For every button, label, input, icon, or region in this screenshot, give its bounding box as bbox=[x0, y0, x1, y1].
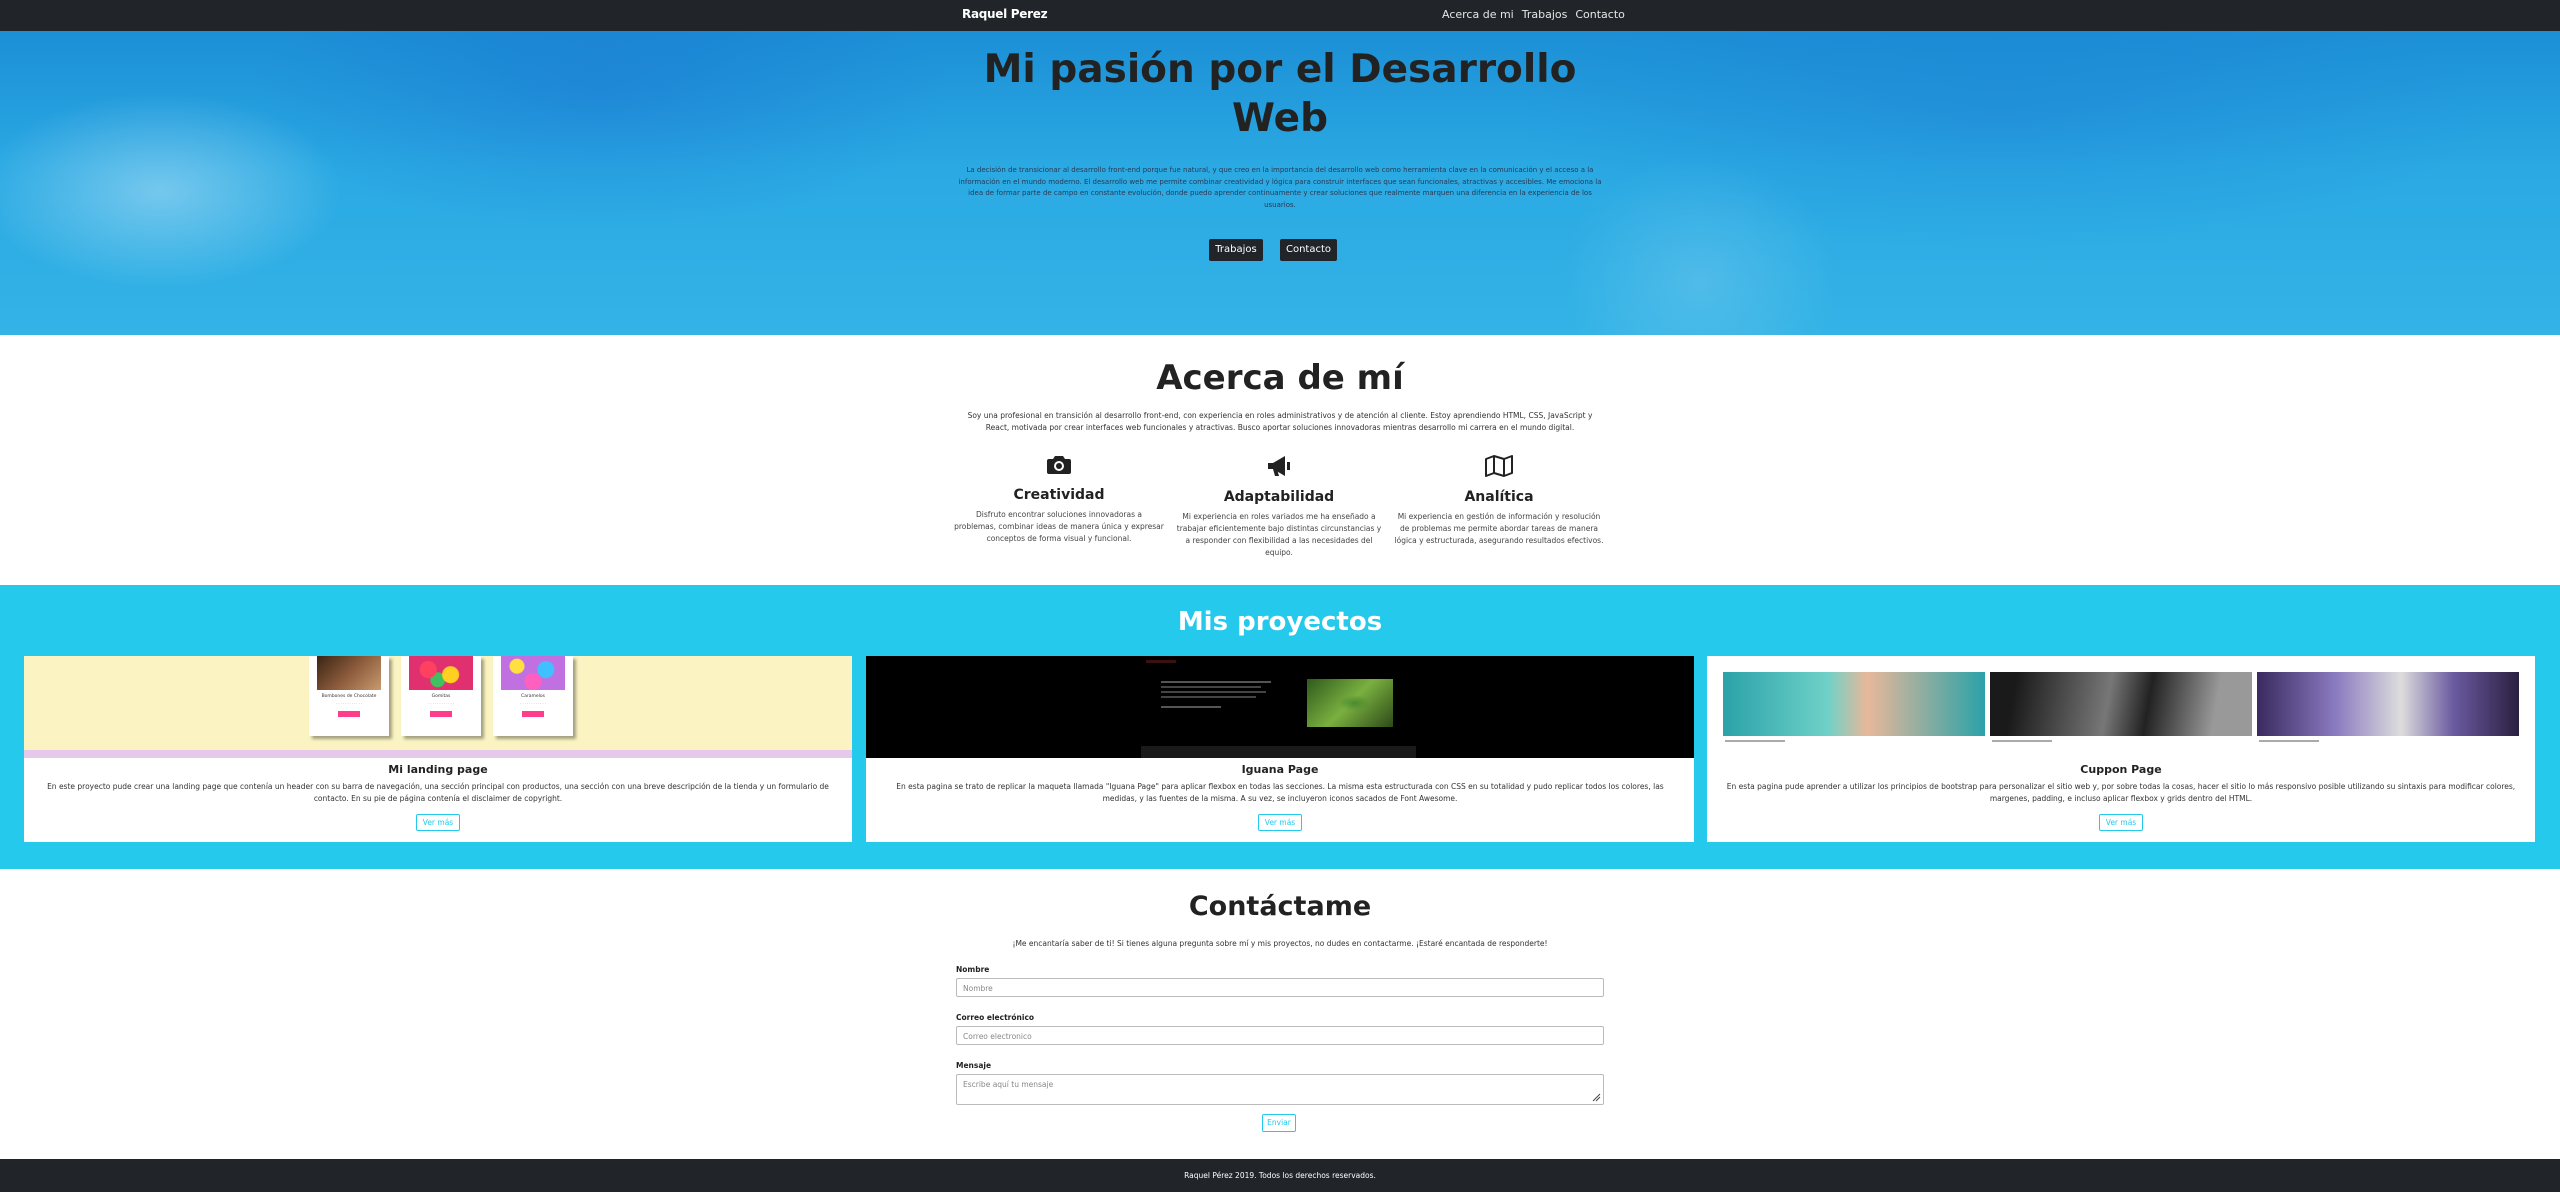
name-field[interactable]: Nombre bbox=[956, 978, 1604, 997]
card-title: Mi landing page bbox=[388, 763, 488, 776]
camera-icon bbox=[1047, 456, 1071, 474]
card-title: Iguana Page bbox=[1241, 763, 1319, 776]
nav-link-acerca[interactable]: Acerca de mi bbox=[1442, 8, 1514, 21]
footer-text: Raquel Pérez 2019. Todos los derechos re… bbox=[1184, 1171, 1376, 1180]
preview-caption: Caramelos bbox=[520, 694, 545, 699]
nav-link-trabajos[interactable]: Trabajos bbox=[1522, 8, 1568, 21]
card-title: Cuppon Page bbox=[2080, 763, 2162, 776]
card-text: En este proyecto pude crear una landing … bbox=[47, 782, 829, 803]
feature-analitica: Analítica Mi experiencia en gestión de i… bbox=[1394, 455, 1604, 547]
nav-links: Acerca de mi Trabajos Contacto bbox=[1442, 8, 1625, 21]
contact-text: ¡Me encantaría saber de ti! Si tienes al… bbox=[1012, 939, 1548, 948]
submit-button[interactable]: Enviar bbox=[1262, 1114, 1296, 1132]
message-label: Mensaje bbox=[956, 1061, 992, 1070]
about-text: Soy una profesional en transición al des… bbox=[967, 411, 1593, 432]
project-card-landing: Bombones de Chocolate · · · · · · · · · … bbox=[24, 656, 852, 842]
about-section: Acerca de mí Soy una profesional en tran… bbox=[0, 335, 2560, 585]
project-image-iguana bbox=[866, 656, 1694, 758]
email-label: Correo electrónico bbox=[956, 1013, 1035, 1022]
preview-photo-swimming bbox=[1723, 672, 1985, 736]
brand-logo[interactable]: Raquel Perez bbox=[962, 7, 1048, 21]
feature-title: Analítica bbox=[1464, 489, 1534, 505]
resize-handle-icon[interactable] bbox=[1591, 1092, 1601, 1102]
map-icon bbox=[1485, 455, 1513, 477]
preview-caption: Gomitas bbox=[431, 694, 451, 699]
preview-product-card: Gomitas · · · · · · · · · · · · bbox=[401, 656, 481, 736]
ver-mas-button[interactable]: Ver más bbox=[1258, 814, 1302, 831]
feature-text: Mi experiencia en gestión de información… bbox=[1394, 512, 1604, 545]
preview-product-card: Bombones de Chocolate · · · · · · · · · … bbox=[309, 656, 389, 736]
preview-buy-button bbox=[338, 711, 360, 717]
about-title: Acerca de mí bbox=[1156, 358, 1404, 398]
email-field[interactable]: Correo electronico bbox=[956, 1026, 1604, 1045]
projects-title: Mis proyectos bbox=[1177, 607, 1383, 637]
preview-photo-workout bbox=[1990, 672, 2252, 736]
ver-mas-button[interactable]: Ver más bbox=[2099, 814, 2143, 831]
feature-text: Mi experiencia en roles variados me ha e… bbox=[1176, 512, 1382, 557]
hero-text: La decisión de transicionar al desarroll… bbox=[958, 166, 1602, 209]
hero-section: Mi pasión por el Desarrollo Web La decis… bbox=[0, 31, 2560, 335]
preview-caption: Bombones de Chocolate bbox=[321, 694, 377, 699]
projects-section: Mis proyectos Bombones de Chocolate · · … bbox=[0, 585, 2560, 869]
ver-mas-button[interactable]: Ver más bbox=[416, 814, 460, 831]
preview-photo-yoga bbox=[2257, 672, 2519, 736]
name-label: Nombre bbox=[956, 965, 990, 974]
contact-section: Contáctame ¡Me encantaría saber de ti! S… bbox=[0, 869, 2560, 1159]
project-card-cuppon: Cuppon Page En esta pagina pude aprender… bbox=[1707, 656, 2535, 842]
preview-product-card: Caramelos · · · · · · · · · · · · bbox=[493, 656, 573, 736]
contact-title: Contáctame bbox=[1188, 891, 1372, 922]
nav-link-contacto[interactable]: Contacto bbox=[1575, 8, 1625, 21]
feature-title: Adaptabilidad bbox=[1223, 489, 1335, 505]
navbar: Raquel Perez Acerca de mi Trabajos Conta… bbox=[0, 0, 2560, 31]
preview-buy-button bbox=[430, 711, 452, 717]
message-field[interactable]: Escribe aquí tu mensaje bbox=[956, 1074, 1604, 1105]
feature-text: Disfruto encontrar soluciones innovadora… bbox=[954, 510, 1164, 543]
project-card-iguana: Iguana Page En esta pagina se trato de r… bbox=[866, 656, 1694, 842]
trabajos-button[interactable]: Trabajos bbox=[1209, 239, 1263, 261]
iguana-photo bbox=[1307, 679, 1393, 727]
card-text: En esta pagina pude aprender a utilizar … bbox=[1726, 782, 2516, 803]
message-placeholder: Escribe aquí tu mensaje bbox=[963, 1080, 1054, 1089]
feature-title: Creatividad bbox=[1013, 487, 1105, 503]
megaphone-icon bbox=[1268, 456, 1290, 476]
contacto-button[interactable]: Contacto bbox=[1280, 239, 1337, 261]
project-image-cuppon bbox=[1707, 656, 2535, 758]
feature-adaptabilidad: Adaptabilidad Mi experiencia en roles va… bbox=[1174, 455, 1384, 559]
preview-buy-button bbox=[522, 711, 544, 717]
feature-creatividad: Creatividad Disfruto encontrar solucione… bbox=[954, 455, 1164, 545]
card-text: En esta pagina se trato de replicar la m… bbox=[896, 782, 1664, 803]
hero-title: Mi pasión por el Desarrollo Web bbox=[983, 47, 1577, 141]
project-image-landing: Bombones de Chocolate · · · · · · · · · … bbox=[24, 656, 852, 758]
footer: Raquel Pérez 2019. Todos los derechos re… bbox=[0, 1159, 2560, 1192]
